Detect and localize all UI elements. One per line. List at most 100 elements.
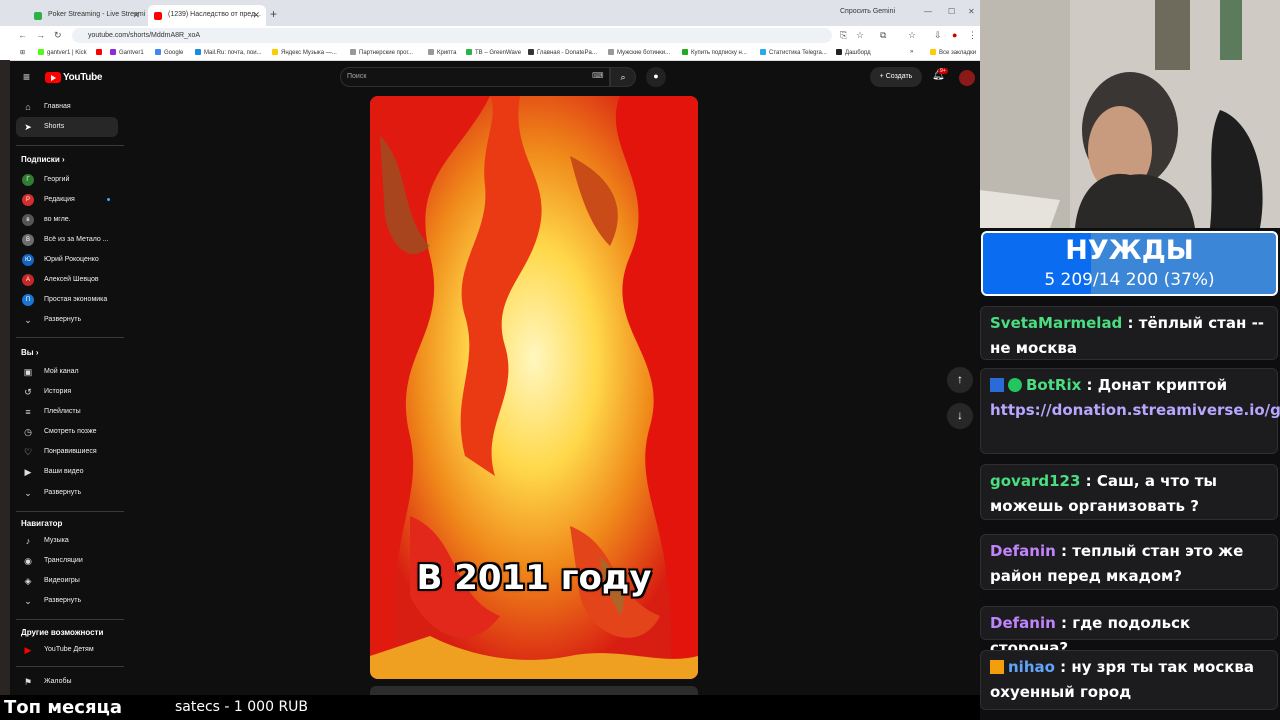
install-icon[interactable]: ⎘ bbox=[840, 30, 847, 41]
chat-message: BotRix : Донат криптой https://donation.… bbox=[980, 368, 1280, 454]
sidebar-item-label: Редакция bbox=[44, 196, 75, 203]
sidebar-item-gaming[interactable]: ◈ Видеоигры bbox=[16, 571, 118, 591]
chat-username: BotRix bbox=[1026, 376, 1082, 394]
sidebar-item-youtube-kids[interactable]: ▶ YouTube Детям bbox=[16, 640, 118, 660]
tab-poker-streaming[interactable]: Poker Streaming - Live Streami ✕ bbox=[28, 5, 146, 26]
youtube-bookmark-icon[interactable] bbox=[96, 49, 105, 56]
new-content-dot bbox=[107, 198, 110, 201]
sidebar-item-watch-later[interactable]: ◷ Смотреть позже bbox=[16, 422, 118, 442]
sidebar-item-history[interactable]: ↺ История bbox=[16, 382, 118, 402]
sidebar-item-label: Алексей Шевцов bbox=[44, 276, 99, 283]
bookmark-item[interactable]: Партнерские прог... bbox=[350, 49, 413, 56]
url-field[interactable]: youtube.com/shorts/MddmA8R_xoA bbox=[72, 28, 832, 43]
sidebar-item-reports[interactable]: ⚑ Жалобы bbox=[16, 672, 118, 692]
sidebar-item-your-videos[interactable]: ▶ Ваши видео bbox=[16, 462, 118, 482]
bookmark-item[interactable]: Мужские ботинки... bbox=[608, 49, 670, 56]
chat-message: SvetaMarmelad : тёплый стан -- не москва bbox=[980, 306, 1278, 360]
downloads-icon[interactable]: ⇩ bbox=[934, 30, 942, 41]
shorts-video-player[interactable]: В 2011 году bbox=[370, 96, 698, 679]
webcam-feed bbox=[980, 0, 1280, 228]
playlists-icon: ≡ bbox=[25, 407, 31, 417]
menu-icon[interactable]: ⋮ bbox=[968, 30, 977, 41]
sidebar-item-live[interactable]: ◉ Трансляции bbox=[16, 551, 118, 571]
search-input[interactable]: Поиск bbox=[340, 67, 610, 87]
profile-icon[interactable]: ● bbox=[952, 30, 957, 40]
subscriptions-heading[interactable]: Подписки › bbox=[21, 155, 65, 164]
reload-icon[interactable]: ↻ bbox=[54, 30, 62, 41]
sidebar-item-like[interactable]: ♡ Понравившиеся bbox=[16, 442, 118, 462]
sidebar-item-subscription[interactable]: в во мгле. bbox=[16, 210, 118, 230]
new-tab-icon[interactable]: + bbox=[270, 7, 277, 21]
create-button[interactable]: + Создать bbox=[870, 67, 922, 87]
sidebar-item-subscription[interactable]: А Алексей Шевцов bbox=[16, 270, 118, 290]
keyboard-icon[interactable]: ⌨ bbox=[592, 71, 604, 80]
sidebar-item-subscription[interactable]: Ю Юрий Рокоценко bbox=[16, 250, 118, 270]
back-icon[interactable]: ← bbox=[18, 30, 27, 40]
sidebar-item-label: Юрий Рокоценко bbox=[44, 256, 99, 263]
sidebar-item-music[interactable]: ♪ Музыка bbox=[16, 531, 118, 551]
bookmark-item[interactable]: Купить подписку н... bbox=[682, 49, 747, 56]
arrow-down-icon: ↓ bbox=[957, 408, 963, 422]
youtube-logo-icon[interactable] bbox=[45, 72, 61, 83]
bookmark-item[interactable]: Mail.Ru: почта, пои... bbox=[195, 49, 262, 56]
sidebar-item-label: Мой канал bbox=[44, 368, 79, 375]
next-short-button[interactable]: ↓ bbox=[947, 403, 973, 429]
bookmark-item[interactable]: gantver1 | Kick bbox=[38, 49, 87, 56]
you-heading[interactable]: Вы › bbox=[21, 348, 39, 357]
sidebar-item-channel[interactable]: ▣ Мой канал bbox=[16, 362, 118, 382]
previous-short-button[interactable]: ↑ bbox=[947, 367, 973, 393]
bookmark-item[interactable]: Google bbox=[155, 49, 183, 56]
apps-icon[interactable]: ⊞ bbox=[20, 49, 25, 56]
search-icon: ⌕ bbox=[620, 72, 626, 82]
chat-text: Донат криптой bbox=[1097, 376, 1228, 394]
sidebar-item-label: История bbox=[44, 388, 72, 395]
minimize-icon[interactable]: — bbox=[924, 7, 932, 16]
channel-avatar: А bbox=[22, 274, 34, 286]
other-features-heading: Другие возможности bbox=[21, 628, 104, 637]
close-window-icon[interactable]: ✕ bbox=[968, 7, 975, 16]
extensions-icon[interactable]: ⧉ bbox=[880, 30, 886, 41]
sidebar-item-home[interactable]: ⌂ Главная bbox=[16, 97, 118, 117]
bookmark-item[interactable]: Gantver1 bbox=[110, 49, 144, 56]
divider bbox=[16, 666, 124, 667]
expand-navigator[interactable]: ⌄ Развернуть bbox=[16, 591, 118, 611]
more-bookmarks-icon[interactable]: » bbox=[910, 49, 913, 55]
ask-gemini-button[interactable]: Спросить Gemini bbox=[840, 8, 895, 15]
sidebar-item-subscription[interactable]: В Всё из за Метало ... bbox=[16, 230, 118, 250]
bookmarks-bar: ⊞ gantver1 | Kick Gantver1 Google Mail.R… bbox=[0, 45, 980, 61]
maximize-icon[interactable]: ☐ bbox=[948, 7, 955, 16]
voice-search-button[interactable]: ● bbox=[646, 67, 666, 87]
bookmark-item[interactable]: Дашборд bbox=[836, 49, 871, 56]
account-avatar[interactable] bbox=[959, 70, 975, 86]
bookmarks-icon[interactable]: ☆ bbox=[908, 30, 916, 41]
bookmark-item[interactable]: Яндекс Музыка —... bbox=[272, 49, 337, 56]
bookmark-item[interactable]: TB – GreenWave bbox=[466, 49, 521, 56]
forward-icon[interactable]: → bbox=[36, 30, 45, 40]
expand-subscriptions[interactable]: ⌄ Развернуть bbox=[16, 310, 118, 330]
sidebar-item-subscription[interactable]: Р Редакция bbox=[16, 190, 118, 210]
sidebar-item-playlists[interactable]: ≡ Плейлисты bbox=[16, 402, 118, 422]
bookmark-item[interactable]: Крипта bbox=[428, 49, 456, 56]
all-bookmarks[interactable]: Все закладки bbox=[930, 49, 976, 56]
sidebar-item-label: Георгий bbox=[44, 176, 70, 183]
browser-window: Poker Streaming - Live Streami ✕ (1239) … bbox=[0, 0, 980, 720]
sidebar-item-label: Всё из за Метало ... bbox=[44, 236, 109, 243]
divider bbox=[16, 145, 124, 146]
close-tab-icon[interactable]: ✕ bbox=[252, 10, 260, 21]
youtube-logo-text[interactable]: YouTube bbox=[63, 72, 103, 83]
expand-you[interactable]: ⌄ Развернуть bbox=[16, 483, 118, 503]
hamburger-menu-icon[interactable]: ≡ bbox=[23, 70, 30, 84]
chat-link[interactable]: https://donation.streamiverse.io/gantver… bbox=[990, 401, 1280, 419]
tab-youtube-short[interactable]: (1239) Наследство от пред... ✕ bbox=[148, 5, 266, 26]
bookmark-item[interactable]: Главная - DonatePa... bbox=[528, 49, 597, 56]
watch-later-icon: ◷ bbox=[24, 427, 32, 437]
sidebar-item-subscription[interactable]: Г Георгий bbox=[16, 170, 118, 190]
close-tab-icon[interactable]: ✕ bbox=[132, 10, 140, 21]
sidebar-item-label: Плейлисты bbox=[44, 408, 81, 415]
sidebar-item-subscription[interactable]: П Простая экономика bbox=[16, 290, 118, 310]
sidebar-item-shorts[interactable]: ➤ Shorts bbox=[16, 117, 118, 137]
bookmark-item[interactable]: Статистика Telegra... bbox=[760, 49, 827, 56]
notification-count-badge: 9+ bbox=[938, 68, 948, 74]
bookmark-star-icon[interactable]: ☆ bbox=[856, 30, 864, 41]
search-button[interactable]: ⌕ bbox=[610, 67, 636, 87]
